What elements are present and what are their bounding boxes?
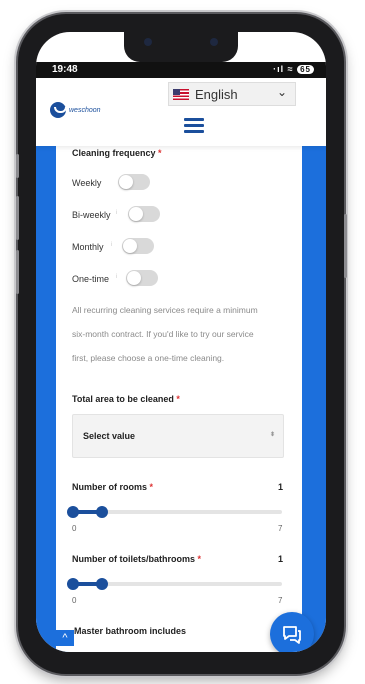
rooms-slider-min-handle[interactable] bbox=[67, 506, 79, 518]
area-select[interactable]: Select value ⬍ bbox=[72, 414, 284, 458]
battery-icon: 65 bbox=[297, 65, 314, 74]
language-select[interactable]: English ⌄ bbox=[168, 82, 296, 106]
phone-screen: 19:48 ·ıl ≈ 65 weschoon English ⌄ Cleani… bbox=[36, 32, 326, 652]
toilets-slider-handle[interactable] bbox=[96, 578, 109, 590]
chevron-down-icon: ⌄ bbox=[276, 85, 287, 99]
hamburger-menu-icon[interactable] bbox=[184, 118, 204, 134]
page-content: Cleaning frequency * Weekly Bi-weekly i … bbox=[36, 146, 326, 652]
info-mark: i bbox=[116, 274, 118, 280]
option-label: One-time bbox=[72, 274, 110, 284]
site-header: weschoon English ⌄ bbox=[36, 78, 326, 146]
status-bar: 19:48 ·ıl ≈ 65 bbox=[36, 62, 326, 78]
volume-up-button bbox=[16, 196, 19, 240]
rooms-value: 1 bbox=[278, 482, 284, 492]
logo-text: weschoon bbox=[69, 106, 101, 114]
info-mark: i bbox=[111, 242, 113, 248]
language-label: English bbox=[195, 86, 238, 102]
notch bbox=[124, 32, 238, 62]
info-mark: i bbox=[116, 210, 118, 216]
toilets-label: Number of toilets/bathrooms * bbox=[72, 554, 202, 564]
toilets-max: 7 bbox=[278, 596, 283, 605]
site-logo[interactable]: weschoon bbox=[50, 102, 101, 118]
chat-bubble-icon bbox=[283, 626, 301, 644]
power-button bbox=[344, 214, 347, 278]
option-label: Monthly bbox=[72, 242, 104, 252]
us-flag-icon bbox=[173, 88, 189, 100]
toilets-value: 1 bbox=[278, 554, 284, 564]
bi-weekly-toggle[interactable] bbox=[128, 206, 160, 222]
toilets-min: 0 bbox=[72, 596, 77, 605]
chat-button[interactable] bbox=[270, 612, 314, 652]
frequency-label: Cleaning frequency * bbox=[72, 148, 162, 158]
scroll-up-icon[interactable]: ^ bbox=[56, 630, 74, 646]
master-bathroom-label: Master bathroom includes bbox=[74, 626, 187, 636]
rooms-slider-handle[interactable] bbox=[96, 506, 109, 518]
logo-icon bbox=[50, 102, 67, 118]
volume-down-button bbox=[16, 250, 19, 294]
monthly-toggle[interactable] bbox=[122, 238, 154, 254]
contract-note: All recurring cleaning services require … bbox=[72, 305, 258, 363]
rooms-min: 0 bbox=[72, 524, 77, 533]
rooms-label: Number of rooms * bbox=[72, 482, 154, 492]
one-time-toggle[interactable] bbox=[126, 270, 158, 286]
mute-switch bbox=[16, 154, 19, 178]
booking-form: Cleaning frequency * Weekly Bi-weekly i … bbox=[56, 146, 302, 652]
area-label: Total area to be cleaned * bbox=[72, 394, 180, 404]
status-time: 19:48 bbox=[52, 64, 78, 75]
signal-wifi-icon: ·ıl ≈ 65 bbox=[273, 64, 314, 74]
option-label: Bi-weekly bbox=[72, 210, 111, 220]
dropdown-arrows-icon: ⬍ bbox=[269, 432, 275, 438]
rooms-max: 7 bbox=[278, 524, 283, 533]
weekly-toggle[interactable] bbox=[118, 174, 150, 190]
option-label: Weekly bbox=[72, 178, 102, 188]
toilets-slider-min-handle[interactable] bbox=[67, 578, 79, 590]
sensor-dot bbox=[144, 38, 152, 46]
camera-dot bbox=[210, 38, 218, 46]
area-select-value: Select value bbox=[83, 431, 136, 441]
